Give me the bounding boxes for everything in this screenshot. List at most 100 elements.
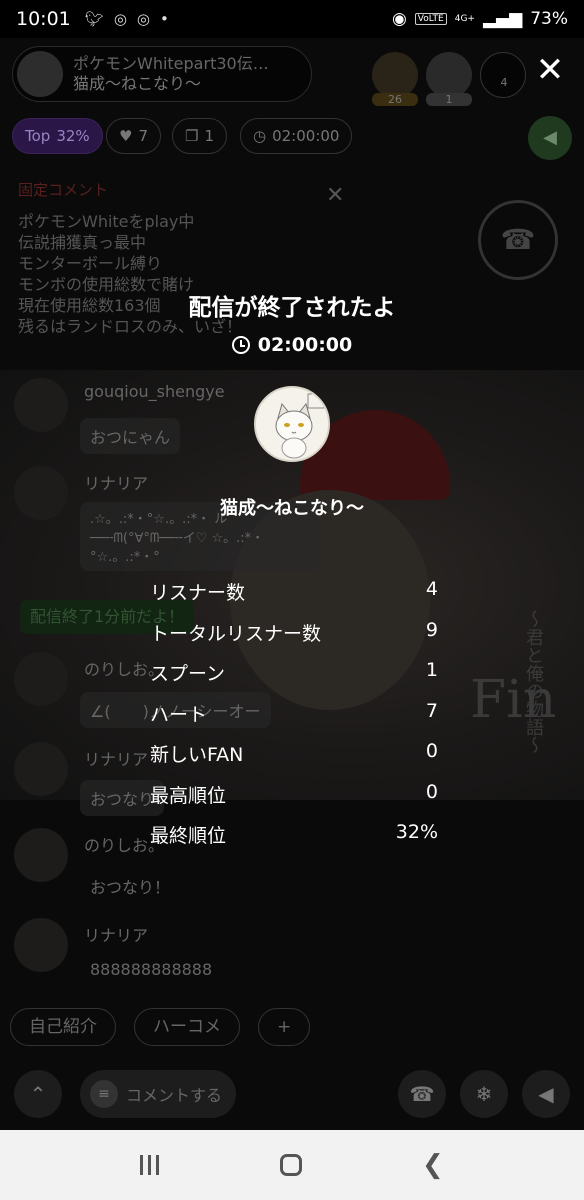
stat-value: 9 xyxy=(425,618,438,641)
speaker-icon[interactable]: ◀ xyxy=(522,1070,570,1118)
stat-value: 32% xyxy=(395,821,438,843)
stat-label: 最高順位 xyxy=(150,784,227,807)
pinned-line: モンターボール縛り xyxy=(18,254,163,273)
android-nav-bar: ❮ xyxy=(0,1130,584,1200)
stat-row-final-rank: 最終順位 32% xyxy=(150,821,438,862)
chat-message: おつなり！ xyxy=(90,878,171,897)
stat-row-hearts: ハート 7 xyxy=(150,700,438,741)
chat-username[interactable]: リナリア xyxy=(84,922,148,946)
chat-item: リナリア .☆。.:*・°☆.。.:*・ ル──╌ᗰ(°∀°ᗰ──╌イ♡ ☆。.… xyxy=(14,466,434,586)
stats-table: リスナー数 4 トータルリスナー数 9 スプーン 1 ハート 7 新しいFAN … xyxy=(150,578,438,862)
top-fan-avatar[interactable]: 26 xyxy=(372,52,418,106)
stat-label: ハート xyxy=(150,703,208,726)
stat-value: 0 xyxy=(425,780,438,803)
chat-username[interactable]: gouqiou_shengye xyxy=(84,382,225,401)
chevron-up-icon[interactable]: ⌃ xyxy=(14,1070,62,1118)
stat-row-highest-rank: 最高順位 0 xyxy=(150,781,438,822)
pinned-header: 固定コメント xyxy=(18,181,109,199)
comment-icon: ≡ xyxy=(90,1080,118,1108)
pinned-line: 伝説捕獲真っ最中 xyxy=(18,233,147,252)
pinned-line: ポケモンWhiteをplay中 xyxy=(18,212,195,231)
quick-replies: 自己紹介 ハーコメ + xyxy=(10,1008,311,1046)
stat-label: 新しいFAN xyxy=(150,744,244,766)
stat-value: 0 xyxy=(425,740,438,762)
stat-label: スプーン xyxy=(150,663,226,685)
heart-icon: ♥ xyxy=(119,127,133,145)
chat-message: 888888888888 xyxy=(90,960,213,979)
chat-username[interactable]: リナリア xyxy=(84,470,148,494)
gifts-count: 1 xyxy=(204,127,214,145)
live-header[interactable]: ポケモンWhitepart30伝… 猫成〜ねこなり〜 xyxy=(12,46,312,102)
rank-pill-percent: 32% xyxy=(56,127,90,145)
comment-button[interactable]: ≡ コメントする xyxy=(80,1070,236,1118)
stat-label: 最終順位 xyxy=(150,825,227,847)
summary-host-name: 猫成〜ねこなり〜 xyxy=(220,498,364,519)
dot-icon: • xyxy=(160,10,169,28)
comment-button-label: コメントする xyxy=(126,1086,223,1105)
chrome-icon: ◎ xyxy=(136,10,150,28)
end-duration-value: 02:00:00 xyxy=(257,334,353,356)
chat-message: おつにゃん xyxy=(80,418,181,454)
quick-reply-heart-comment[interactable]: ハーコメ xyxy=(134,1008,240,1046)
stat-label: トータルリスナー数 xyxy=(150,622,322,645)
top-fan-count: 26 xyxy=(372,93,418,106)
live-host-name: 猫成〜ねこなり〜 xyxy=(73,74,202,93)
stat-value: 7 xyxy=(425,699,438,722)
pinned-close-icon[interactable]: ✕ xyxy=(326,183,344,208)
gift-icon: ❐ xyxy=(185,127,199,145)
rank-pill-label: Top xyxy=(25,127,51,145)
host-avatar[interactable] xyxy=(254,386,330,462)
stat-row-listeners: リスナー数 4 xyxy=(150,578,438,619)
clock-icon xyxy=(231,336,250,354)
host-avatar-small[interactable] xyxy=(17,51,63,97)
timer-icon: ◷ xyxy=(253,127,267,145)
chat-username[interactable]: リナリア xyxy=(84,746,148,770)
call-request-icon[interactable]: ☎ xyxy=(478,200,558,280)
chrome-icon: ◎ xyxy=(113,10,127,28)
back-icon[interactable]: ❮ xyxy=(422,1150,444,1180)
timer-value: 02:00:00 xyxy=(272,127,340,145)
listeners-button[interactable]: 4 xyxy=(480,52,526,98)
chat-item: リナリア 888888888888 xyxy=(14,918,434,988)
network-type: 4G+ xyxy=(454,13,475,24)
location-icon: ◉ xyxy=(391,9,407,29)
bottom-toolbar: ⌃ ≡ コメントする ☎ ❄ ◀ xyxy=(14,1070,570,1118)
twitter-icon: 🐦︎ xyxy=(84,10,104,28)
volte-icon: VoLTE xyxy=(414,13,447,25)
stat-row-new-fans: 新しいFAN 0 xyxy=(150,740,438,781)
stat-label: リスナー数 xyxy=(150,582,246,604)
listeners-count: 4 xyxy=(500,76,508,89)
hearts-pill[interactable]: ♥ 7 xyxy=(106,118,161,154)
speaker-icon[interactable]: ◀ xyxy=(528,116,572,160)
gifts-pill[interactable]: ❐ 1 xyxy=(172,118,227,154)
stat-value: 1 xyxy=(425,659,438,681)
art-fin-text: Fin xyxy=(470,670,557,730)
snowflake-icon[interactable]: ❄ xyxy=(460,1070,508,1118)
rank-pill[interactable]: Top 32% xyxy=(12,118,103,154)
stat-row-total-listeners: トータルリスナー数 9 xyxy=(150,619,438,660)
end-title: 配信が終了されたよ xyxy=(188,295,396,321)
chat-item: gouqiou_shengye おつにゃん xyxy=(14,378,434,454)
timer-pill[interactable]: ◷ 02:00:00 xyxy=(240,118,353,154)
chat-avatar[interactable] xyxy=(14,652,68,706)
status-time: 10:01 xyxy=(16,8,71,30)
rank-avatars: 26 1 4 xyxy=(372,52,526,106)
stat-value: 4 xyxy=(425,578,438,600)
second-fan-avatar[interactable]: 1 xyxy=(426,52,472,106)
status-bar: 10:01 🐦︎ ◎ ◎ • ◉ VoLTE 4G+ ▂▄▆ 73% xyxy=(0,0,584,38)
quick-reply-intro[interactable]: 自己紹介 xyxy=(10,1008,116,1046)
chat-avatar[interactable] xyxy=(14,918,68,972)
live-title: ポケモンWhitepart30伝… xyxy=(73,54,269,73)
battery-percent: 73% xyxy=(530,9,568,29)
home-icon[interactable] xyxy=(279,1154,302,1176)
signal-icon: ▂▄▆ xyxy=(482,9,523,29)
chat-avatar[interactable] xyxy=(14,828,68,882)
recent-apps-icon[interactable] xyxy=(140,1155,160,1175)
phone-icon[interactable]: ☎ xyxy=(398,1070,446,1118)
chat-avatar[interactable] xyxy=(14,378,68,432)
chat-avatar[interactable] xyxy=(14,742,68,796)
quick-reply-add[interactable]: + xyxy=(258,1008,311,1046)
close-icon[interactable]: ✕ xyxy=(532,52,568,88)
hearts-count: 7 xyxy=(138,127,148,145)
end-duration: 02:00:00 xyxy=(0,334,584,356)
